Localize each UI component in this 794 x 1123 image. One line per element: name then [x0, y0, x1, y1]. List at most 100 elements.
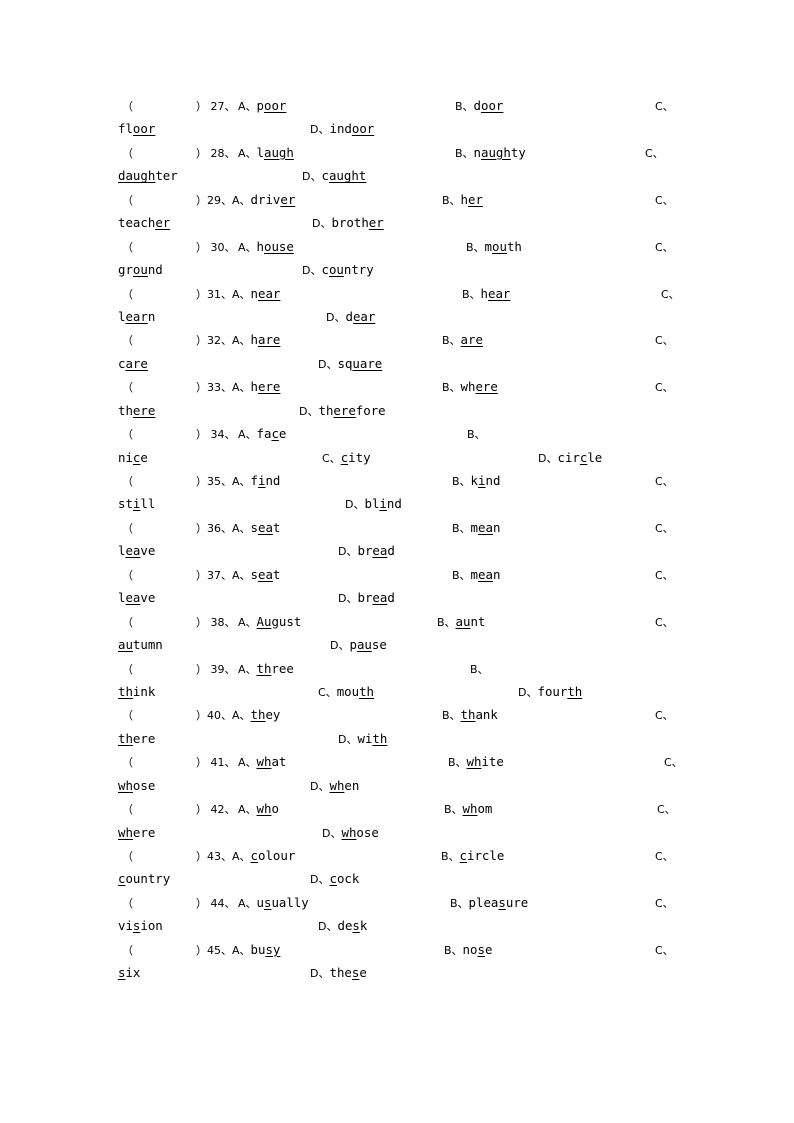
option-c-label-q33[interactable]: C、 [655, 375, 674, 399]
option-a-q32[interactable]: A、hare [232, 328, 280, 352]
option-c-word-q36[interactable]: leave [118, 539, 155, 562]
option-b-label-q34[interactable]: B、 [467, 422, 486, 446]
option-c-word-q35[interactable]: still [118, 492, 155, 515]
option-c-word-q30[interactable]: ground [118, 258, 163, 281]
option-c-q39[interactable]: C、mouth [318, 680, 374, 704]
option-d-q40[interactable]: D、with [338, 727, 387, 751]
option-c-label-q43[interactable]: C、 [655, 844, 674, 868]
option-d-q30[interactable]: D、country [302, 258, 374, 282]
option-b-q29[interactable]: B、her [442, 188, 483, 212]
answer-bracket-q39[interactable]: （ [122, 657, 133, 681]
option-c-label-q29[interactable]: C、 [655, 188, 674, 212]
option-a-q27[interactable]: A、poor [238, 94, 286, 118]
option-c-word-q32[interactable]: care [118, 352, 148, 375]
option-a-q40[interactable]: A、they [232, 703, 280, 727]
option-c-word-q31[interactable]: learn [118, 305, 155, 328]
option-a-q39[interactable]: A、three [238, 657, 294, 681]
option-b-word-q39[interactable]: think [118, 680, 155, 703]
option-c-label-q38[interactable]: C、 [655, 610, 674, 634]
option-c-word-q29[interactable]: teacher [118, 211, 170, 234]
answer-bracket-q40[interactable]: （ [122, 703, 133, 727]
option-c-label-q32[interactable]: C、 [655, 328, 674, 352]
option-d-q29[interactable]: D、brother [312, 211, 384, 235]
option-a-q44[interactable]: A、usually [238, 891, 309, 915]
option-b-q37[interactable]: B、mean [452, 563, 500, 587]
answer-bracket-q42[interactable]: （ [122, 797, 133, 821]
option-b-q45[interactable]: B、nose [444, 938, 492, 962]
option-a-q36[interactable]: A、seat [232, 516, 280, 540]
option-c-word-q27[interactable]: floor [118, 117, 155, 140]
option-d-q37[interactable]: D、bread [338, 586, 395, 610]
answer-bracket-q45[interactable]: （ [122, 938, 133, 962]
option-a-q42[interactable]: A、who [238, 797, 279, 821]
option-a-q45[interactable]: A、busy [232, 938, 280, 962]
option-d-q27[interactable]: D、indoor [310, 117, 374, 141]
answer-bracket-q28[interactable]: （ [122, 141, 133, 165]
answer-bracket-q35[interactable]: （ [122, 469, 133, 493]
answer-bracket-q29[interactable]: （ [122, 188, 133, 212]
option-c-q34[interactable]: C、city [322, 446, 371, 470]
option-c-word-q33[interactable]: there [118, 399, 155, 422]
option-d-q45[interactable]: D、these [310, 961, 367, 985]
option-d-q28[interactable]: D、caught [302, 164, 366, 188]
option-c-word-q40[interactable]: there [118, 727, 155, 750]
option-c-label-q37[interactable]: C、 [655, 563, 674, 587]
answer-bracket-q32[interactable]: （ [122, 328, 133, 352]
option-b-q44[interactable]: B、pleasure [450, 891, 528, 915]
option-b-q41[interactable]: B、white [448, 750, 504, 774]
option-c-label-q42[interactable]: C、 [657, 797, 676, 821]
answer-bracket-q36[interactable]: （ [122, 516, 133, 540]
option-c-label-q31[interactable]: C、 [661, 282, 680, 306]
option-b-q28[interactable]: B、naughty [455, 141, 526, 165]
option-c-word-q42[interactable]: where [118, 821, 155, 844]
option-b-word-q34[interactable]: nice [118, 446, 148, 469]
option-b-q42[interactable]: B、whom [444, 797, 492, 821]
option-d-q33[interactable]: D、therefore [299, 399, 386, 423]
answer-bracket-q31[interactable]: （ [122, 282, 133, 306]
option-d-q34[interactable]: D、circle [538, 446, 602, 470]
answer-bracket-q38[interactable]: （ [122, 610, 133, 634]
option-b-q35[interactable]: B、kind [452, 469, 500, 493]
option-c-label-q27[interactable]: C、 [655, 94, 674, 118]
option-c-word-q43[interactable]: country [118, 867, 170, 890]
option-b-q36[interactable]: B、mean [452, 516, 500, 540]
answer-bracket-q44[interactable]: （ [122, 891, 133, 915]
option-c-word-q41[interactable]: whose [118, 774, 155, 797]
option-d-q41[interactable]: D、when [310, 774, 359, 798]
option-c-word-q28[interactable]: daughter [118, 164, 178, 187]
option-b-q30[interactable]: B、mouth [466, 235, 522, 259]
answer-bracket-q41[interactable]: （ [122, 750, 133, 774]
option-b-q32[interactable]: B、are [442, 328, 483, 352]
option-b-q33[interactable]: B、where [442, 375, 498, 399]
answer-bracket-q27[interactable]: （ [122, 94, 133, 118]
option-a-q37[interactable]: A、seat [232, 563, 280, 587]
answer-bracket-q43[interactable]: （ [122, 844, 133, 868]
option-a-q31[interactable]: A、near [232, 282, 280, 306]
option-a-q41[interactable]: A、what [238, 750, 286, 774]
option-a-q29[interactable]: A、driver [232, 188, 295, 212]
option-b-q38[interactable]: B、aunt [437, 610, 485, 634]
option-c-label-q35[interactable]: C、 [655, 469, 674, 493]
option-d-q39[interactable]: D、fourth [518, 680, 582, 704]
option-a-q38[interactable]: A、August [238, 610, 301, 634]
option-d-q43[interactable]: D、cock [310, 867, 359, 891]
option-d-q31[interactable]: D、dear [326, 305, 375, 329]
option-b-q43[interactable]: B、circle [441, 844, 504, 868]
option-a-q28[interactable]: A、laugh [238, 141, 294, 165]
option-c-label-q44[interactable]: C、 [655, 891, 674, 915]
option-c-word-q38[interactable]: autumn [118, 633, 163, 656]
option-c-word-q45[interactable]: six [118, 961, 140, 984]
option-b-q27[interactable]: B、door [455, 94, 503, 118]
option-a-q34[interactable]: A、face [238, 422, 286, 446]
answer-bracket-q33[interactable]: （ [122, 375, 133, 399]
option-c-label-q36[interactable]: C、 [655, 516, 674, 540]
option-c-word-q37[interactable]: leave [118, 586, 155, 609]
option-b-label-q39[interactable]: B、 [470, 657, 489, 681]
option-b-q40[interactable]: B、thank [442, 703, 498, 727]
option-a-q30[interactable]: A、house [238, 235, 294, 259]
option-c-label-q30[interactable]: C、 [655, 235, 674, 259]
answer-bracket-q37[interactable]: （ [122, 563, 133, 587]
option-d-q38[interactable]: D、pause [330, 633, 387, 657]
option-a-q33[interactable]: A、here [232, 375, 280, 399]
option-d-q36[interactable]: D、bread [338, 539, 395, 563]
